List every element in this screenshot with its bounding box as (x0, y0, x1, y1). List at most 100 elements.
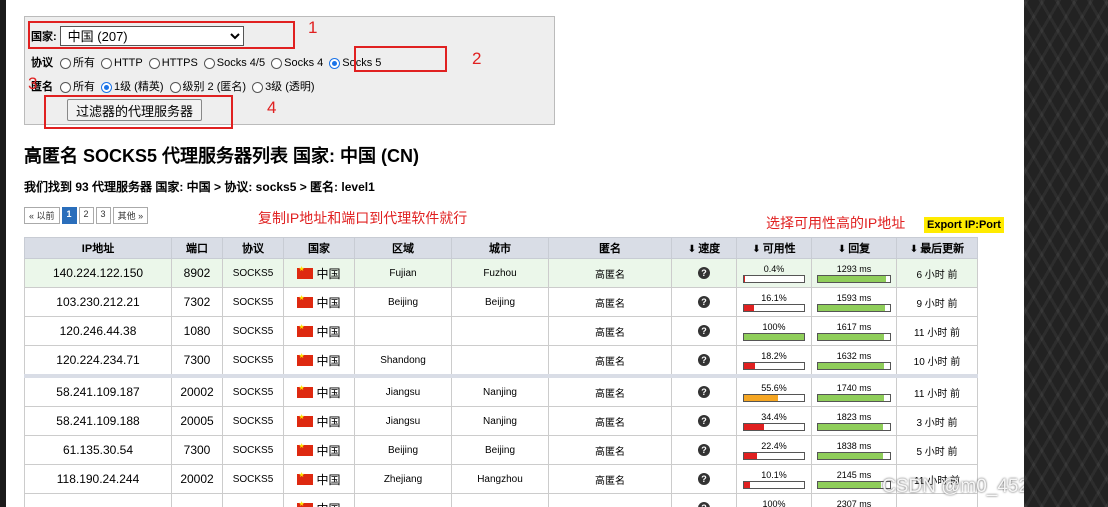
response-bar-fill (818, 394, 884, 401)
protocol-radio-2[interactable] (148, 57, 160, 69)
response-bar-fill (818, 423, 883, 430)
results-summary: 我们找到 93 代理服务器 国家: 中国 > 协议: socks5 > 匿名: … (24, 180, 375, 194)
country-cell: 中国 (283, 345, 355, 377)
uptime-bar (743, 422, 805, 431)
protocol-cell: SOCKS5 (222, 258, 284, 288)
uptime-meter: 100% (743, 322, 805, 341)
header-uptime[interactable]: ⬇ 可用性 (736, 237, 812, 259)
pager-page-1[interactable]: 1 (61, 207, 77, 224)
city-cell: Beijing (451, 287, 549, 317)
header-country[interactable]: 国家 (283, 237, 355, 259)
table-row: 58.241.109.18720002SOCKS5 中国 JiangsuNanjin… (24, 374, 978, 407)
country-name: 中国 (316, 324, 341, 339)
protocol-radio-3[interactable] (203, 57, 215, 69)
last-update-cell: 11 小时 前 (896, 374, 978, 407)
pagination: « 以前 1 2 3 其他 » (24, 207, 149, 224)
uptime-meter: 16.1% (743, 293, 805, 312)
uptime-bar-fill (744, 452, 758, 459)
china-flag-icon (297, 413, 314, 427)
anonymity-cell: 高匿名 (548, 374, 672, 407)
table-row: 140.224.122.1508902SOCKS5 中国 FujianFuzhou高… (24, 258, 978, 288)
protocol-radio-0[interactable] (60, 57, 71, 69)
last-update-cell: 11 小时 前 (896, 316, 978, 346)
speed-cell: ? (671, 493, 737, 507)
ip-cell: 120.224.234.71 (24, 345, 172, 377)
header-ip[interactable]: IP地址 (24, 237, 172, 259)
china-flag-icon (297, 352, 314, 366)
uptime-value: 55.6% (761, 382, 787, 393)
pager-more-link[interactable]: 其他 » (112, 207, 149, 224)
country-name: 中国 (316, 385, 341, 400)
question-icon[interactable]: ? (698, 296, 710, 308)
question-icon[interactable]: ? (698, 444, 710, 456)
uptime-meter: 34.4% (743, 412, 805, 431)
protocol-radio-1[interactable] (101, 57, 112, 69)
uptime-cell: 100% (736, 493, 812, 507)
uptime-value: 18.2% (761, 350, 787, 361)
question-icon[interactable]: ? (698, 267, 710, 279)
uptime-bar-fill (744, 304, 754, 311)
question-icon[interactable]: ? (698, 415, 710, 427)
anonymity-cell: 高匿名 (548, 345, 672, 377)
anonymity-radio-3[interactable] (252, 81, 264, 93)
question-icon[interactable]: ? (698, 502, 710, 507)
uptime-bar-fill (744, 275, 745, 282)
header-last-update[interactable]: ⬇ 最后更新 (896, 237, 978, 259)
pager-page-2[interactable]: 2 (78, 207, 94, 224)
uptime-cell: 22.4% (736, 435, 812, 465)
header-uptime-label: 可用性 (762, 243, 796, 255)
region-cell (354, 316, 452, 346)
last-update-cell: 6 小时 前 (896, 258, 978, 288)
uptime-bar (743, 303, 805, 312)
question-icon[interactable]: ? (698, 325, 710, 337)
uptime-meter: 10.1% (743, 470, 805, 489)
anonymity-radio-2[interactable] (169, 81, 181, 93)
annotation-box-1 (28, 21, 295, 49)
select-hint-annotation: 选择可用性高的IP地址 (766, 215, 906, 231)
header-response[interactable]: ⬇ 回复 (811, 237, 897, 259)
ip-cell: 61.135.30.54 (24, 435, 172, 465)
country-name: 中国 (316, 414, 341, 429)
header-city[interactable]: 城市 (451, 237, 549, 259)
header-region[interactable]: 区域 (354, 237, 452, 259)
question-icon[interactable]: ? (698, 354, 710, 366)
uptime-value: 100% (762, 321, 786, 332)
pager-page-3[interactable]: 3 (95, 207, 111, 224)
region-cell: Beijing (354, 287, 452, 317)
response-bar-fill (818, 275, 887, 282)
china-flag-icon (297, 384, 314, 398)
header-anonymity[interactable]: 匿名 (548, 237, 672, 259)
protocol-options: 所有 HTTP HTTPS Socks 4/5 Socks 4 Socks 5 (56, 54, 383, 70)
region-cell: Jiangsu (354, 374, 452, 407)
ip-cell: 120.246.44.38 (24, 316, 172, 346)
header-port[interactable]: 端口 (171, 237, 223, 259)
annotation-number-1: 1 (308, 18, 318, 37)
header-speed[interactable]: ⬇ 速度 (671, 237, 737, 259)
speed-cell: ? (671, 464, 737, 494)
header-protocol[interactable]: 协议 (222, 237, 284, 259)
question-icon[interactable]: ? (698, 386, 710, 398)
protocol-radio-4[interactable] (271, 57, 283, 69)
export-ip-port-button[interactable]: Export IP:Port (924, 217, 1004, 233)
anonymity-cell: 高匿名 (548, 464, 672, 494)
anonymity-radio-1[interactable] (101, 81, 112, 93)
uptime-value: 34.4% (761, 411, 787, 422)
response-value: 1593 ms (836, 292, 872, 303)
anonymity-cell: 高匿名 (548, 435, 672, 465)
header-last-update-label: 最后更新 (920, 243, 965, 255)
question-icon[interactable]: ? (698, 473, 710, 485)
protocol-radio-5[interactable] (329, 57, 341, 69)
port-cell: 20005 (171, 406, 223, 436)
port-cell (171, 493, 223, 507)
speed-cell: ? (671, 435, 737, 465)
speed-cell: ? (671, 345, 737, 377)
response-meter: 1838 ms (817, 441, 891, 460)
anonymity-radio-0[interactable] (60, 81, 71, 93)
table-row: 中国? 100% 2307 ms (24, 493, 978, 507)
response-meter: 1823 ms (817, 412, 891, 431)
protocol-cell: SOCKS5 (222, 316, 284, 346)
copy-hint-annotation: 复制IP地址和端口到代理软件就行 (258, 210, 468, 226)
port-cell: 8902 (171, 258, 223, 288)
region-cell (354, 493, 452, 507)
pager-prev-link[interactable]: « 以前 (24, 207, 60, 224)
